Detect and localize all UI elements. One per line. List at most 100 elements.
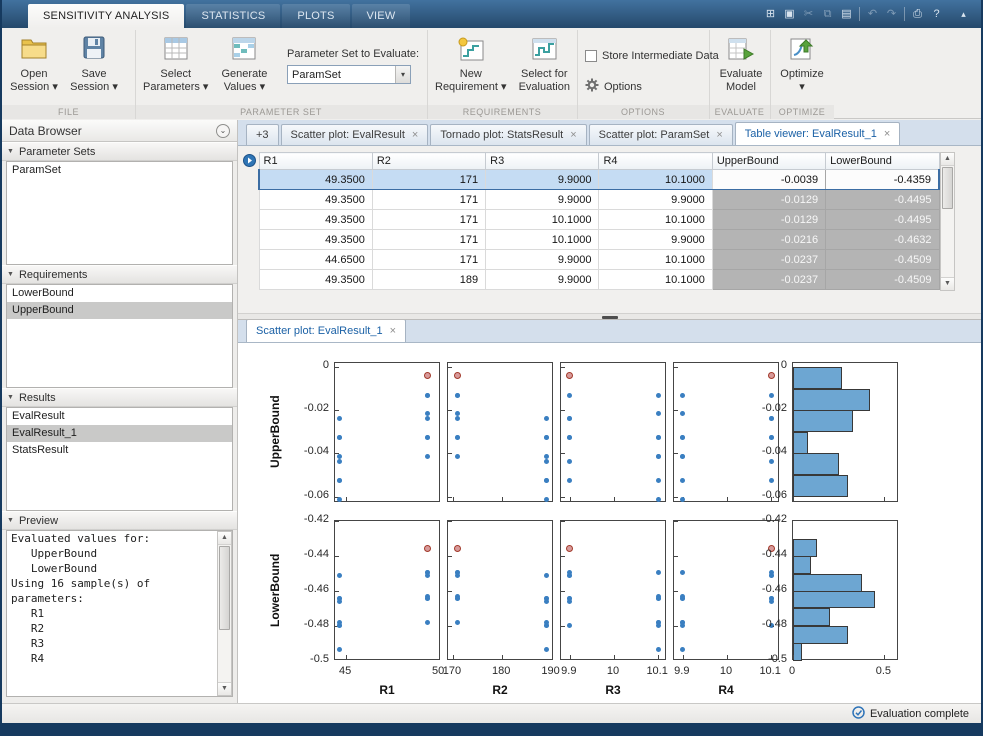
close-tab-icon[interactable]: × [390,325,396,337]
close-tab-icon[interactable]: × [570,129,576,141]
table-cell[interactable]: 9.9000 [485,269,600,290]
scroll-thumb[interactable] [942,167,953,209]
table-cell[interactable]: 10.1000 [485,209,600,230]
table-cell[interactable]: -0.4632 [825,229,940,250]
table-cell[interactable]: -0.4495 [825,189,940,210]
table-row[interactable]: 49.3500 171 10.1000 10.1000 -0.0129 -0.4495 [258,209,940,230]
table-scrollbar[interactable]: ▲ ▼ [940,152,955,291]
table-cell[interactable]: 10.1000 [485,229,600,250]
list-item-evalresult-1[interactable]: EvalResult_1 [7,425,232,442]
column-header-r1[interactable]: R1 [258,152,373,170]
copy-icon[interactable]: ⧉ [818,4,837,24]
list-item-evalresult[interactable]: EvalResult [7,408,232,425]
histogram-upperbound[interactable] [792,362,898,502]
table-cell[interactable]: -0.4509 [825,269,940,290]
table-cell[interactable]: -0.0039 [711,169,827,190]
open-session-button[interactable]: Open Session ▾ [7,33,61,97]
toolstrip-tab-plots[interactable]: PLOTS [282,4,350,28]
table-cell[interactable]: -0.0237 [711,249,827,270]
scroll-up-icon[interactable]: ▲ [941,153,954,166]
list-item-statsresult[interactable]: StatsResult [7,442,232,459]
evaluate-model-button[interactable]: Evaluate Model [714,33,768,97]
checkbox-icon[interactable] [585,50,597,62]
list-item-upperbound[interactable]: UpperBound [7,302,232,319]
horizontal-splitter[interactable] [238,313,981,320]
store-intermediate-data-option[interactable]: Store Intermediate Data [585,50,719,62]
list-item-lowerbound[interactable]: LowerBound [7,285,232,302]
table-cell[interactable]: 49.3500 [258,229,373,250]
section-header-preview[interactable]: ▼ Preview [2,511,237,530]
table-cell[interactable]: 171 [371,249,487,270]
document-tab-scatter-plot-paramset[interactable]: Scatter plot: ParamSet × [588,124,733,145]
table-cell[interactable]: 49.3500 [258,269,373,290]
column-header-r2[interactable]: R2 [371,152,487,170]
table-cell[interactable]: -0.0216 [711,229,827,250]
histogram-lowerbound[interactable] [792,520,898,661]
scatter-subplot-upperbound-r4[interactable] [673,362,779,502]
table-cell[interactable]: 171 [371,229,487,250]
scroll-down-icon[interactable]: ▼ [218,682,231,695]
paste-icon[interactable]: ▤ [837,4,856,24]
table-cell[interactable]: 10.1000 [598,209,713,230]
table-cell[interactable]: 9.9000 [485,189,600,210]
select-parameters-button[interactable]: Select Parameters ▾ [140,33,211,97]
minimize-toolstrip-icon[interactable]: ▴ [954,4,973,24]
document-tab-scatter-plot-evalresult[interactable]: Scatter plot: EvalResult × [280,124,429,145]
column-header-r4[interactable]: R4 [598,152,713,170]
table-cell[interactable]: 49.3500 [258,189,373,210]
plot-tab-scatter-plot-evalresult-1[interactable]: Scatter plot: EvalResult_1 × [246,319,407,342]
save-quick-icon[interactable]: ▣ [780,4,799,24]
close-tab-icon[interactable]: × [412,129,418,141]
optimize-button[interactable]: Optimize ▾ [775,33,829,97]
scatter-subplot-upperbound-r2[interactable] [447,362,553,502]
table-cell[interactable]: 49.3500 [257,169,373,190]
table-corner-icon[interactable] [243,154,256,170]
undo-icon[interactable]: ↶ [863,4,882,24]
document-tab-3[interactable]: +3 [246,124,279,145]
print-icon[interactable]: ⎙ [908,4,927,24]
section-header-results[interactable]: ▼ Results [2,388,237,407]
document-tab-tornado-plot-statsresult[interactable]: Tornado plot: StatsResult × [430,124,587,145]
list-item-paramset[interactable]: ParamSet [7,162,232,179]
scatter-subplot-lowerbound-r3[interactable] [560,520,666,660]
scatter-subplot-lowerbound-r1[interactable] [334,520,440,660]
parameter-set-dropdown[interactable]: ParamSet ▾ [287,65,411,84]
save-session-button[interactable]: Save Session ▾ [67,33,121,97]
close-tab-icon[interactable]: × [884,128,890,140]
table-cell[interactable]: -0.4359 [825,169,941,190]
toolstrip-tab-statistics[interactable]: STATISTICS [186,4,281,28]
cut-icon[interactable]: ✂ [799,4,818,24]
close-tab-icon[interactable]: × [716,129,722,141]
table-cell[interactable]: 171 [371,189,487,210]
options-button[interactable]: Options [585,78,642,95]
table-row[interactable]: 49.3500 171 9.9000 10.1000 -0.0039 -0.4359 [257,169,941,190]
table-cell[interactable]: 9.9000 [598,189,713,210]
table-cell[interactable]: 171 [371,209,487,230]
help-icon[interactable]: ? [927,4,946,24]
select-for-evaluation-button[interactable]: Select for Evaluation [516,33,573,97]
scroll-thumb[interactable] [219,546,230,630]
column-header-r3[interactable]: R3 [485,152,600,170]
new-window-icon[interactable]: ⊞ [761,4,780,24]
new-requirement-button[interactable]: New Requirement ▾ [432,33,510,97]
document-tab-table-viewer-evalresult-1[interactable]: Table viewer: EvalResult_1 × [734,122,901,145]
table-cell[interactable]: 9.9000 [485,249,600,270]
table-row[interactable]: 49.3500 171 10.1000 9.9000 -0.0216 -0.4632 [258,229,940,250]
table-cell[interactable]: 10.1000 [598,169,713,190]
table-cell[interactable]: -0.0129 [711,189,827,210]
table-cell[interactable]: 9.9000 [598,229,713,250]
column-header-lowerbound[interactable]: LowerBound [825,152,940,170]
table-cell[interactable]: 10.1000 [598,249,713,270]
toolstrip-tab-sensitivity-analysis[interactable]: SENSITIVITY ANALYSIS [28,4,185,28]
column-header-upperbound[interactable]: UpperBound [711,152,827,170]
scroll-down-icon[interactable]: ▼ [941,277,954,290]
redo-icon[interactable]: ↷ [882,4,901,24]
generate-values-button[interactable]: Generate Values ▾ [217,33,271,97]
scroll-up-icon[interactable]: ▲ [218,532,231,545]
table-cell[interactable]: -0.4495 [825,209,940,230]
section-header-requirements[interactable]: ▼ Requirements [2,265,237,284]
table-cell[interactable]: -0.4509 [825,249,940,270]
table-row[interactable]: 49.3500 189 9.9000 10.1000 -0.0237 -0.4509 [258,269,940,290]
preview-scrollbar[interactable]: ▲ ▼ [217,531,232,696]
table-cell[interactable]: 10.1000 [598,269,713,290]
